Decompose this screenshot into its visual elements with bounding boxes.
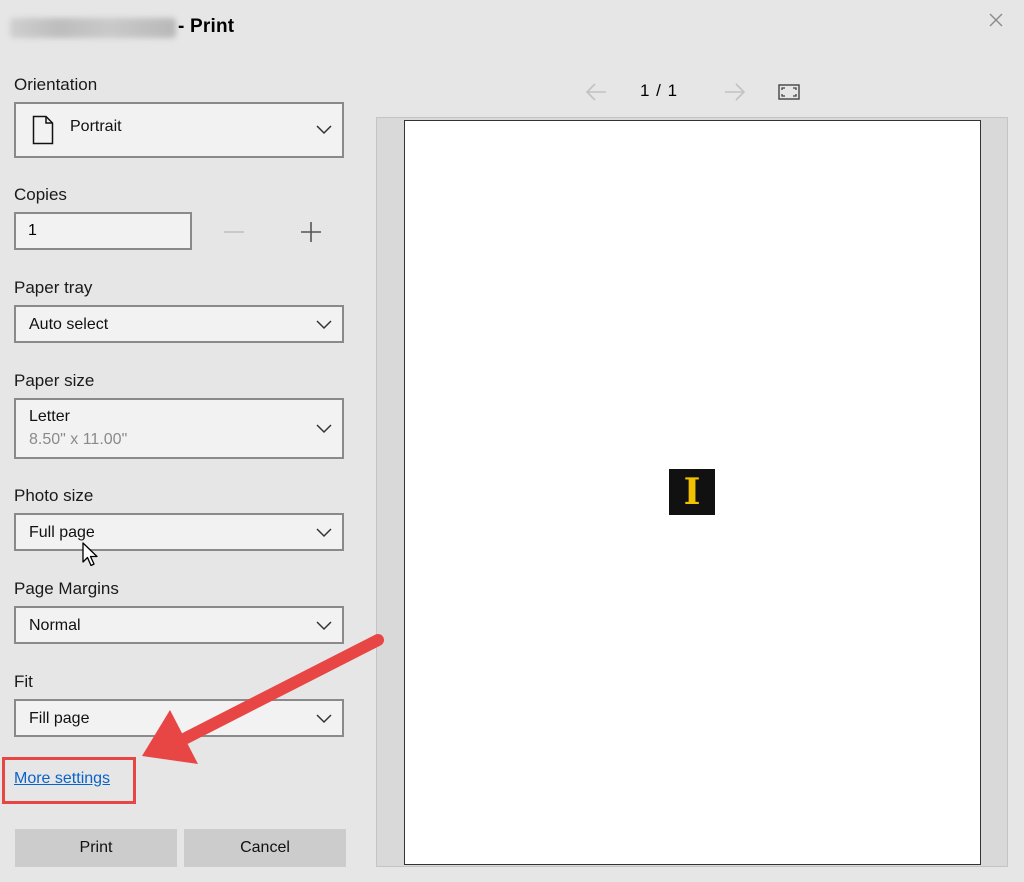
chevron-down-icon (316, 125, 332, 135)
preview-image-thumbnail: I (669, 469, 715, 515)
copies-label: Copies (14, 185, 67, 204)
fit-dropdown[interactable]: Fill page (14, 699, 344, 737)
page-margins-dropdown[interactable]: Normal (14, 606, 344, 644)
copies-input[interactable]: 1 (14, 212, 192, 250)
page-counter: 1 / 1 (640, 81, 679, 100)
chevron-down-icon (316, 424, 332, 434)
cancel-button[interactable]: Cancel (184, 829, 346, 867)
arrow-left-icon (585, 83, 606, 101)
photo-size-label: Photo size (14, 486, 94, 505)
minus-icon (224, 231, 244, 233)
orientation-value: Portrait (70, 118, 122, 135)
orientation-label: Orientation (14, 75, 98, 94)
orientation-dropdown[interactable]: Portrait (14, 102, 344, 158)
chevron-down-icon (316, 714, 332, 724)
paper-tray-dropdown[interactable]: Auto select (14, 305, 344, 343)
page-margins-value: Normal (29, 617, 81, 634)
paper-size-label: Paper size (14, 371, 95, 390)
fit-to-window-button[interactable] (777, 78, 801, 106)
page-icon (32, 115, 54, 145)
decrement-button[interactable] (221, 220, 247, 244)
dialog-title: - Print (178, 16, 235, 37)
print-button[interactable]: Print (15, 829, 177, 867)
paper-size-value: Letter (29, 408, 70, 425)
page-margins-label: Page Margins (14, 579, 119, 598)
paper-tray-label: Paper tray (14, 278, 93, 297)
paper-size-dropdown[interactable]: Letter 8.50" x 11.00" (14, 398, 344, 459)
photo-size-value: Full page (29, 524, 95, 541)
arrow-right-icon (725, 83, 746, 101)
paper-size-dimensions: 8.50" x 11.00" (29, 431, 128, 448)
next-page-button[interactable] (721, 78, 747, 106)
fit-label: Fit (14, 672, 33, 691)
photo-size-dropdown[interactable]: Full page (14, 513, 344, 551)
fullscreen-icon (778, 84, 800, 100)
chevron-down-icon (316, 528, 332, 538)
fit-value: Fill page (29, 710, 90, 727)
previous-page-button[interactable] (584, 78, 610, 106)
title-bar: - Print (0, 0, 1024, 56)
chevron-down-icon (316, 320, 332, 330)
print-dialog: - Print Orientation Portrait Copies 1 Pa… (0, 0, 1024, 882)
annotation-highlight-box (2, 757, 136, 804)
close-icon (989, 13, 1003, 27)
increment-button[interactable] (298, 220, 324, 244)
chevron-down-icon (316, 621, 332, 631)
blurred-filename (10, 18, 176, 38)
mouse-cursor-icon (82, 542, 98, 567)
close-button[interactable] (984, 8, 1008, 32)
paper-tray-value: Auto select (29, 316, 109, 333)
thumbnail-letter: I (683, 471, 701, 513)
plus-icon (301, 222, 321, 242)
